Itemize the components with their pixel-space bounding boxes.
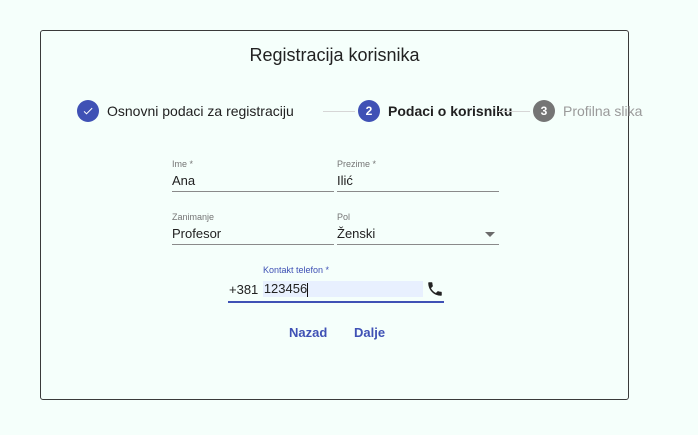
step-connector [498, 111, 530, 112]
last-name-input[interactable]: Ilić [337, 171, 499, 192]
chevron-down-icon[interactable] [485, 231, 495, 237]
occupation-field[interactable]: Zanimanje Profesor [172, 212, 334, 245]
step-number-2: 2 [358, 100, 380, 122]
gender-select[interactable]: Ženski [337, 224, 499, 245]
step-label-basic-info: Osnovni podaci za registraciju [107, 103, 294, 119]
step-basic-info[interactable]: Osnovni podaci za registraciju [77, 100, 294, 122]
next-button[interactable]: Dalje [354, 325, 385, 340]
step-label-user-data: Podaci o korisniku [388, 103, 513, 119]
last-name-field[interactable]: Prezime * Ilić [337, 159, 499, 192]
phone-prefix: +381 [229, 281, 259, 297]
stepper: Osnovni podaci za registraciju 2 Podaci … [77, 100, 642, 122]
step-profile-picture[interactable]: 3 Profilna slika [533, 100, 642, 122]
step-label-profile-picture: Profilna slika [563, 103, 643, 119]
phone-field[interactable]: Kontakt telefon * +381 123456 [228, 265, 444, 303]
phone-input[interactable]: 123456 [262, 281, 423, 297]
gender-field[interactable]: Pol Ženski [337, 212, 499, 245]
step-number-3: 3 [533, 100, 555, 122]
occupation-input[interactable]: Profesor [172, 224, 334, 245]
occupation-label: Zanimanje [172, 212, 215, 222]
phone-value: 123456 [263, 281, 308, 296]
first-name-field[interactable]: Ime * Ana [172, 159, 334, 192]
last-name-label: Prezime * [337, 159, 377, 169]
text-cursor [307, 282, 309, 297]
step-connector [323, 111, 355, 112]
back-button[interactable]: Nazad [289, 325, 327, 340]
phone-label: Kontakt telefon * [263, 265, 330, 275]
gender-selected-value: Ženski [337, 226, 376, 241]
check-icon [77, 100, 99, 122]
gender-label: Pol [337, 212, 351, 222]
first-name-input[interactable]: Ana [172, 171, 334, 192]
first-name-label: Ime * [172, 159, 194, 169]
phone-icon [426, 280, 444, 298]
registration-card: Registracija korisnika Osnovni podaci za… [40, 30, 642, 400]
step-user-data[interactable]: 2 Podaci o korisniku [358, 100, 512, 122]
page-title: Registracija korisnika [249, 45, 420, 65]
